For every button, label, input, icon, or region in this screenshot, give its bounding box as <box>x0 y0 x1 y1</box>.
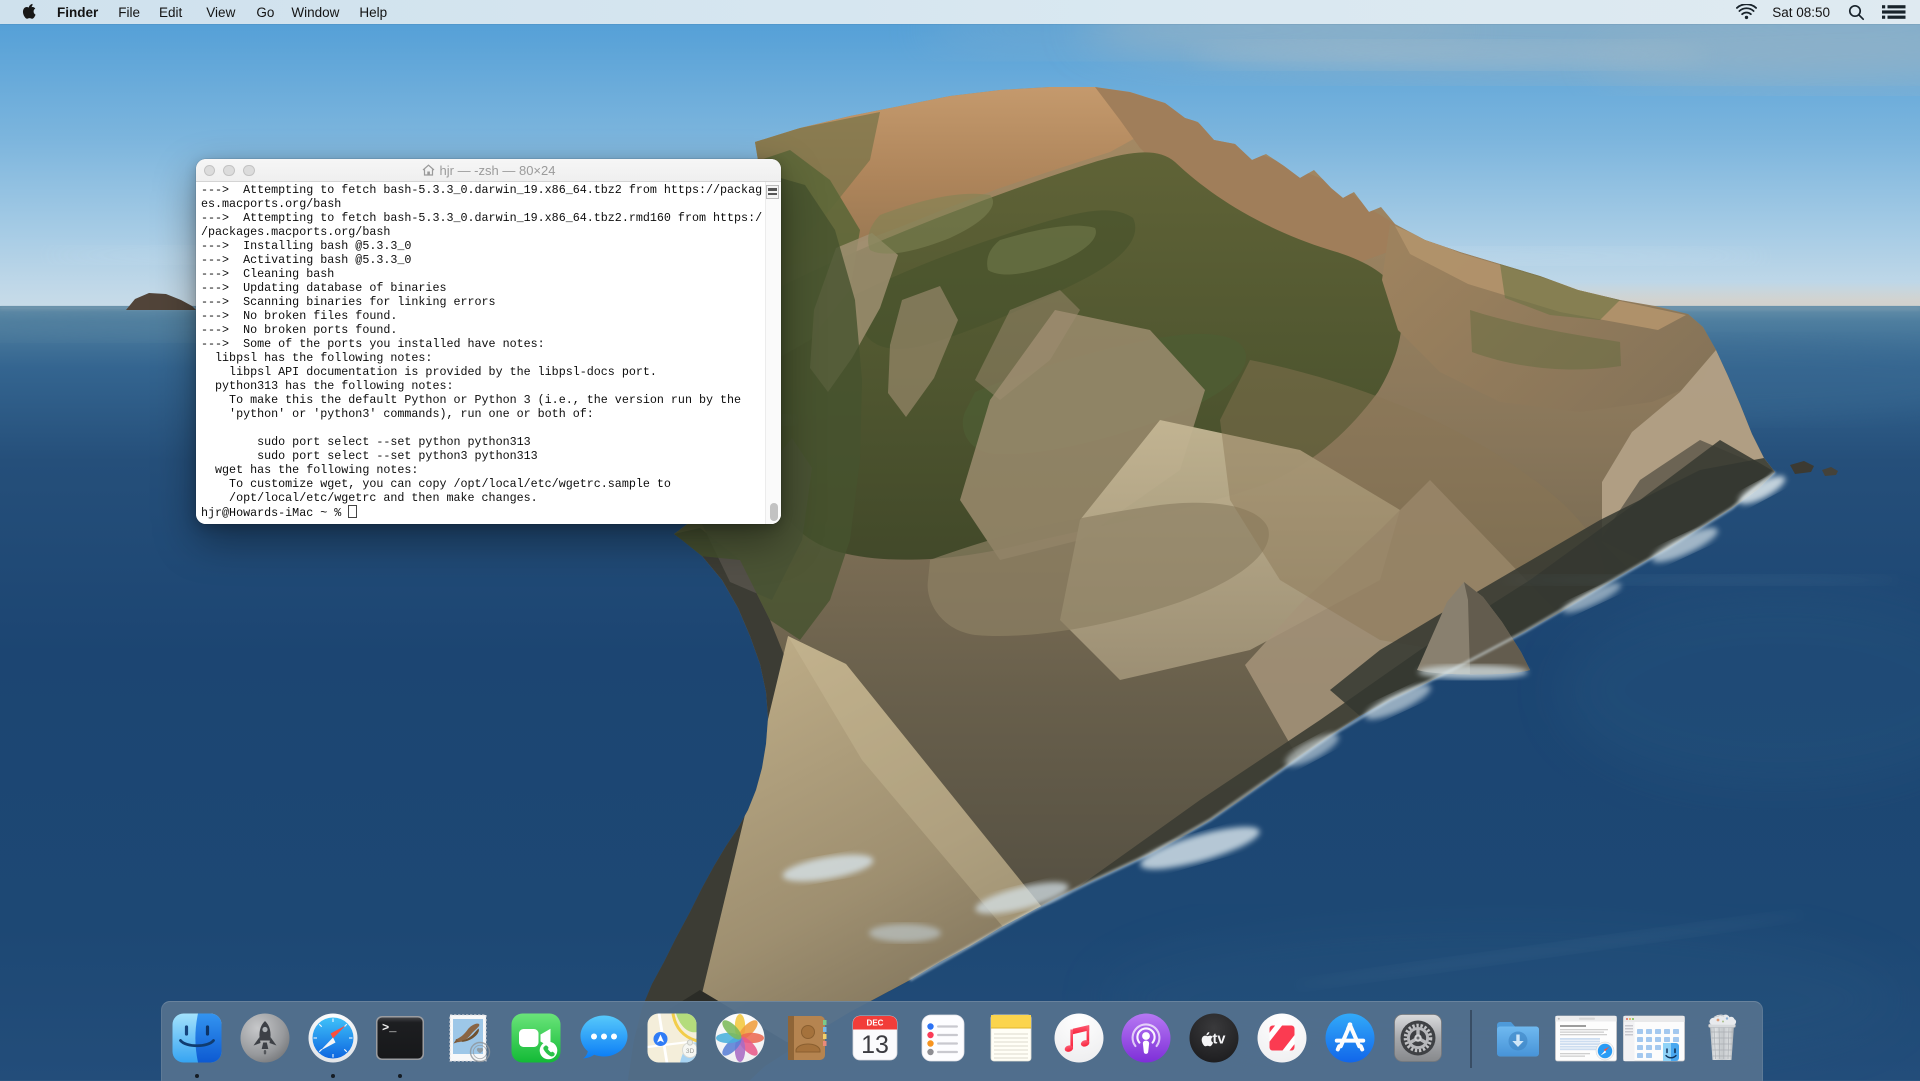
svg-text:tv: tv <box>1213 1032 1226 1048</box>
svg-text:13: 13 <box>861 1031 889 1059</box>
svg-text:DEC: DEC <box>867 1019 884 1028</box>
svg-text:>_: >_ <box>382 1021 397 1035</box>
svg-text:3D: 3D <box>686 1048 695 1055</box>
